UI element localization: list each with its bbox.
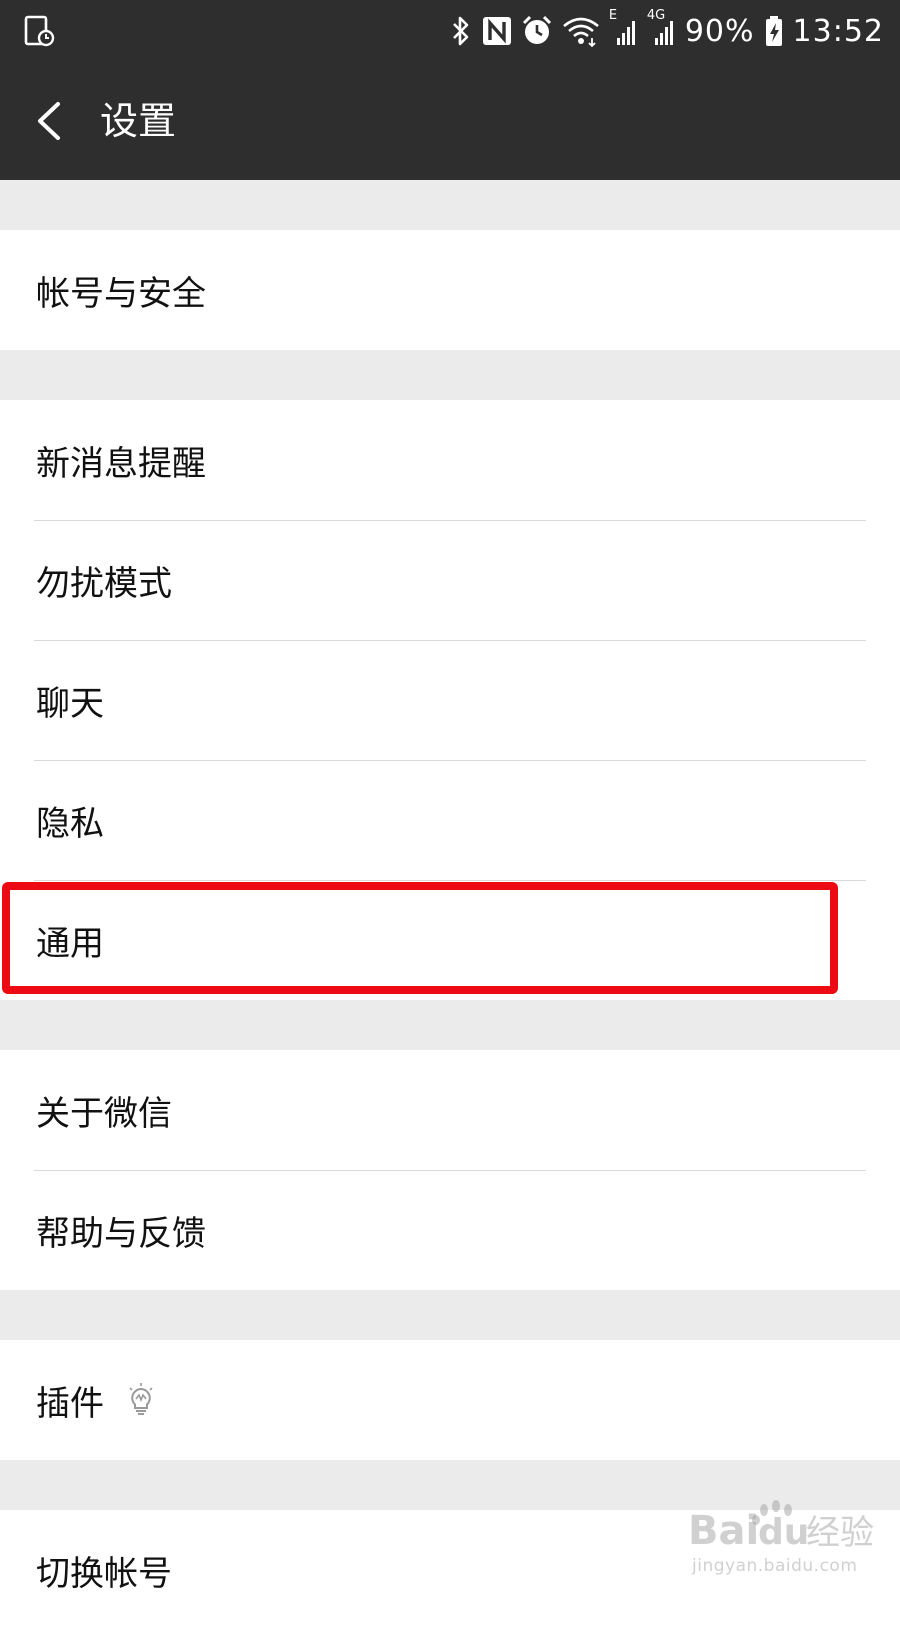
screenshot-icon (22, 14, 56, 48)
baidu-jingyan-logo: Bai du 经验 (688, 1500, 874, 1554)
signal-e-icon: E (609, 8, 639, 48)
network-type-4g-label: 4G (646, 8, 666, 23)
settings-item-label: 勿扰模式 (36, 563, 172, 604)
wifi-icon (561, 14, 601, 48)
signal-4g-icon: 4G (647, 8, 677, 48)
settings-item-chats[interactable]: 聊天 (0, 640, 900, 760)
highlight-annotation-box (2, 882, 838, 994)
alarm-icon (521, 14, 553, 48)
settings-item-new-message-alerts[interactable]: 新消息提醒 (0, 400, 900, 520)
settings-item-label: 聊天 (36, 683, 104, 724)
settings-item-label: 帐号与安全 (36, 273, 206, 314)
svg-text:经验: 经验 (806, 1513, 874, 1553)
settings-group-about: 关于微信 帮助与反馈 (0, 1050, 900, 1290)
app-header: 设置 (0, 62, 900, 180)
svg-text:Bai: Bai (688, 1508, 759, 1554)
page-title: 设置 (100, 99, 177, 143)
status-bar: E 4G 90% 13:52 (0, 0, 900, 62)
svg-text:du: du (758, 1512, 809, 1553)
settings-item-privacy[interactable]: 隐私 (0, 760, 900, 880)
lightbulb-icon (126, 1383, 156, 1417)
settings-item-label: 新消息提醒 (36, 443, 206, 484)
settings-item-label: 隐私 (36, 803, 104, 844)
watermark: Bai du 经验 jingyan.baidu.com (688, 1500, 888, 1580)
battery-percentage: 90% (684, 13, 755, 49)
network-type-e-label: E (608, 8, 618, 23)
clock-time: 13:52 (792, 13, 884, 49)
nfc-icon (481, 14, 513, 48)
settings-item-account-security[interactable]: 帐号与安全 (0, 230, 900, 350)
back-button[interactable] (28, 90, 80, 152)
settings-group-plugins: 插件 (0, 1340, 900, 1460)
settings-item-help-feedback[interactable]: 帮助与反馈 (0, 1170, 900, 1290)
bluetooth-icon (449, 14, 473, 48)
settings-item-label: 插件 (36, 1383, 104, 1424)
settings-item-label: 关于微信 (36, 1093, 172, 1134)
battery-charging-icon (763, 14, 785, 48)
watermark-url: jingyan.baidu.com (692, 1556, 858, 1576)
settings-group-account: 帐号与安全 (0, 230, 900, 350)
settings-item-about-wechat[interactable]: 关于微信 (0, 1050, 900, 1170)
settings-item-label: 帮助与反馈 (36, 1213, 206, 1254)
settings-item-do-not-disturb[interactable]: 勿扰模式 (0, 520, 900, 640)
chevron-left-icon (38, 102, 60, 140)
settings-item-plugins[interactable]: 插件 (0, 1340, 900, 1460)
settings-item-label: 切换帐号 (36, 1553, 172, 1594)
